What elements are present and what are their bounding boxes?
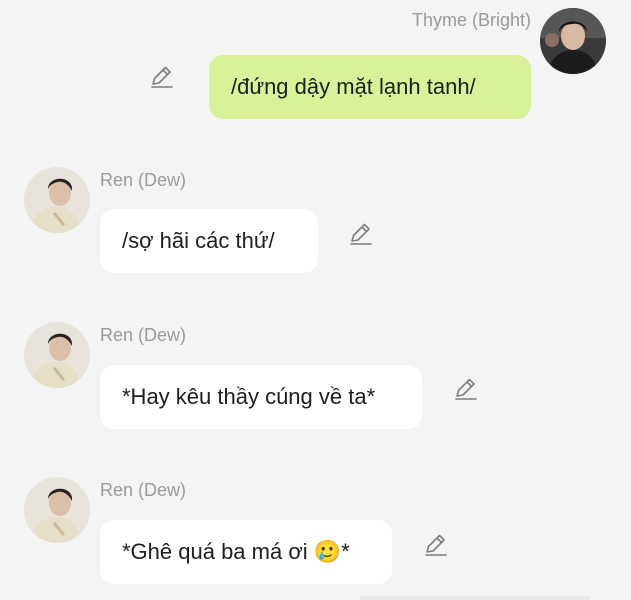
message-bubble: /sợ hãi các thứ/	[100, 209, 318, 273]
message-bubble: /đứng dậy mặt lạnh tanh/	[209, 55, 531, 119]
message-bubble: *Hay kêu thầy cúng về ta*	[100, 365, 422, 429]
sender-name: Ren (Dew)	[100, 170, 187, 190]
sender-name: Ren (Dew)	[100, 325, 187, 345]
pencil-edit-icon	[423, 532, 449, 558]
sender-name: Ren (Dew)	[100, 480, 187, 500]
edit-message-button[interactable]	[453, 376, 479, 402]
pencil-edit-icon	[149, 64, 175, 90]
edit-message-button[interactable]	[149, 64, 175, 90]
avatar[interactable]	[540, 8, 606, 74]
edit-message-button[interactable]	[423, 532, 449, 558]
message-bubble: *Ghê quá ba má ơi 🥲*	[100, 520, 392, 584]
edit-message-button[interactable]	[348, 221, 374, 247]
avatar[interactable]	[24, 167, 90, 233]
scroll-indicator	[360, 596, 590, 600]
pencil-edit-icon	[348, 221, 374, 247]
avatar[interactable]	[24, 322, 90, 388]
pencil-edit-icon	[453, 376, 479, 402]
sender-name: Thyme (Bright)	[411, 10, 531, 30]
avatar[interactable]	[24, 477, 90, 543]
